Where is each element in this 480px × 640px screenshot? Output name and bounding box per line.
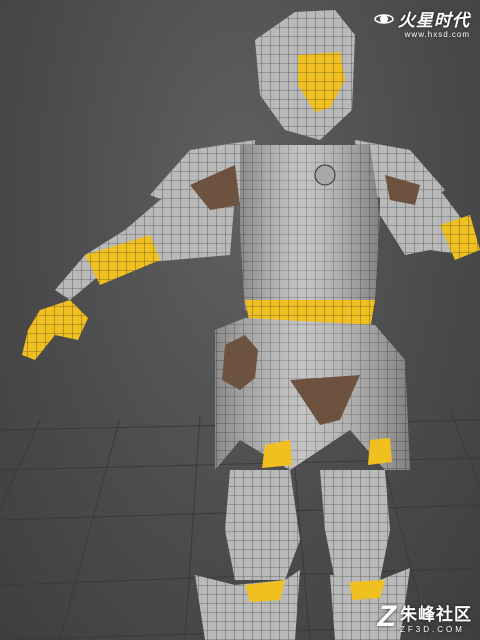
chest-medallion: [314, 164, 336, 186]
left-arm: [22, 195, 235, 360]
model-scene: [0, 10, 480, 640]
armored-character-model[interactable]: [22, 10, 480, 640]
watermark-top-brand: 火星时代: [398, 11, 470, 30]
3d-viewport[interactable]: 火星时代 www.hxsd.com Z 朱峰社区 ZF3D.COM: [0, 0, 480, 640]
watermark-bottom: Z 朱峰社区 ZF3D.COM: [377, 600, 472, 635]
watermark-top-url: www.hxsd.com: [404, 30, 470, 39]
z-logo-icon: Z: [377, 600, 396, 633]
watermark-bottom-brand: 朱峰社区: [400, 605, 472, 624]
watermark-top: 火星时代 www.hxsd.com: [373, 6, 470, 39]
watermark-bottom-url: ZF3D.COM: [400, 625, 465, 634]
planet-logo-icon: [374, 13, 394, 24]
